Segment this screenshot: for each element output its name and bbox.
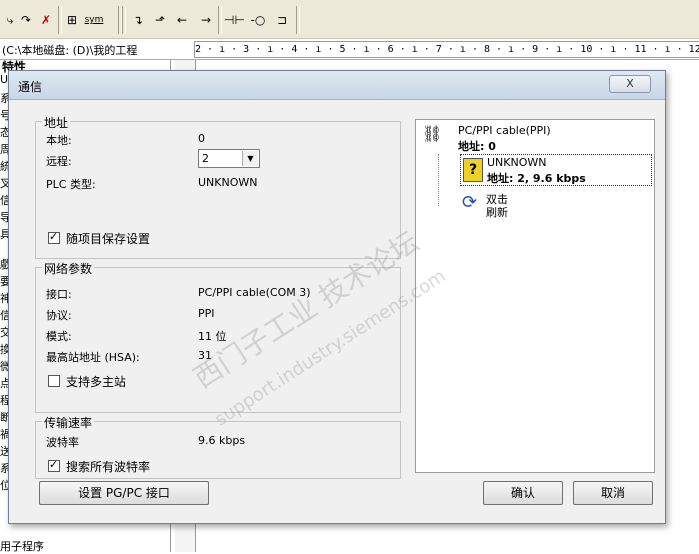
unknown-device-address: 地址: 2, 9.6 kbps	[487, 172, 586, 185]
unknown-device-node[interactable]: ? UNKNOWN 地址: 2, 9.6 kbps	[460, 154, 652, 186]
refresh-icon: ⟳	[462, 192, 478, 213]
remote-address-value: 2	[202, 152, 209, 165]
refresh-label-2: 刷新	[486, 206, 508, 219]
left-pane-char[interactable]: U	[0, 73, 8, 86]
plc-type-label: PLC 类型:	[46, 178, 96, 191]
save-settings-checkbox[interactable]	[48, 230, 60, 244]
arrow-left-icon[interactable]: ←	[172, 10, 192, 30]
coil-icon[interactable]: -○	[248, 10, 268, 30]
line-down-icon[interactable]: ↴	[128, 10, 148, 30]
arrow-right-icon[interactable]: →	[196, 10, 216, 30]
multi-master-checkbox[interactable]	[48, 375, 60, 387]
search-all-baud-checkbox[interactable]	[48, 458, 60, 472]
path-bar: (C:\本地磁盘: (D)\我的工程 2 · ı · 3 · ı · 4 · ı…	[0, 39, 699, 60]
project-path: (C:\本地磁盘: (D)\我的工程	[2, 44, 138, 57]
baud-value: 9.6 kbps	[198, 434, 246, 447]
tree-connector	[438, 154, 440, 206]
address-group-legend: 地址	[42, 114, 71, 131]
refresh-node[interactable]: ⟳ 双击 刷新	[460, 190, 580, 220]
unknown-device-label: UNKNOWN	[487, 156, 547, 169]
multi-master-label[interactable]: 支持多主站	[66, 373, 126, 390]
local-label: 本地:	[46, 134, 72, 147]
close-button[interactable]: X	[609, 75, 651, 93]
local-value: 0	[198, 132, 205, 145]
line-up-icon[interactable]: ⬏	[150, 10, 170, 30]
remote-label: 远程:	[46, 155, 72, 168]
communication-dialog: 通信 X 地址 本地: 0 远程: 2 ▼ PLC 类型: UNKNOWN 随项…	[8, 70, 666, 524]
box-icon[interactable]: ⊐	[272, 10, 292, 30]
cable-address: 地址: 0	[458, 140, 496, 153]
hsa-label: 最高站地址 (HSA):	[46, 351, 140, 364]
network-tree: ⛓ PC/PPI cable(PPI) 地址: 0 ? UNKNOWN 地址: …	[415, 119, 655, 473]
protocol-value: PPI	[198, 307, 215, 320]
toolbar-icon-3[interactable]: ✗	[36, 10, 56, 30]
cancel-button[interactable]: 取消	[573, 481, 653, 505]
baud-group-legend: 传输速率	[42, 414, 95, 431]
main-toolbar: ⤷ ↷ ✗ ⊞ sym ↴ ⬏ ← → ⊣⊢ -○ ⊐	[0, 0, 699, 39]
toolbar-separator	[296, 6, 300, 34]
remote-address-select[interactable]: 2 ▼	[198, 149, 260, 168]
network-group-legend: 网络参数	[42, 260, 95, 277]
question-icon: ?	[463, 158, 483, 182]
toolbar-separator	[122, 6, 126, 34]
dialog-title: 通信	[18, 80, 43, 94]
search-all-baud-label[interactable]: 搜索所有波特率	[66, 458, 150, 475]
baud-group: 传输速率 波特率 9.6 kbps 搜索所有波特率	[35, 414, 401, 479]
toolbar-icon-2[interactable]: ↷	[16, 10, 36, 30]
cable-label[interactable]: PC/PPI cable(PPI)	[458, 124, 551, 137]
chevron-down-icon[interactable]: ▼	[242, 151, 258, 166]
ruler: 2 · ı · 3 · ı · 4 · ı · 5 · ı · 6 · ı · …	[194, 41, 699, 58]
interface-label: 接口:	[46, 288, 72, 301]
sym-button[interactable]: sym	[84, 10, 104, 30]
dialog-titlebar[interactable]: 通信 X	[9, 71, 665, 100]
address-group: 地址 本地: 0 远程: 2 ▼ PLC 类型: UNKNOWN 随项目保存设置	[35, 114, 401, 259]
contact-icon[interactable]: ⊣⊢	[224, 10, 245, 30]
protocol-label: 协议:	[46, 309, 72, 322]
dialog-body: 地址 本地: 0 远程: 2 ▼ PLC 类型: UNKNOWN 随项目保存设置…	[15, 103, 655, 517]
toolbar-icon-4[interactable]: ⊞	[62, 10, 82, 30]
mode-label: 模式:	[46, 330, 72, 343]
ok-button[interactable]: 确认	[483, 481, 563, 505]
close-icon: X	[626, 77, 634, 90]
toolbar-separator	[218, 6, 222, 34]
save-settings-label[interactable]: 随项目保存设置	[66, 230, 150, 247]
baud-label: 波特率	[46, 436, 79, 449]
cable-icon[interactable]: ⛓	[422, 124, 442, 143]
setup-pgpc-button[interactable]: 设置 PG/PC 接口	[39, 481, 209, 505]
plc-type-value: UNKNOWN	[198, 176, 258, 189]
